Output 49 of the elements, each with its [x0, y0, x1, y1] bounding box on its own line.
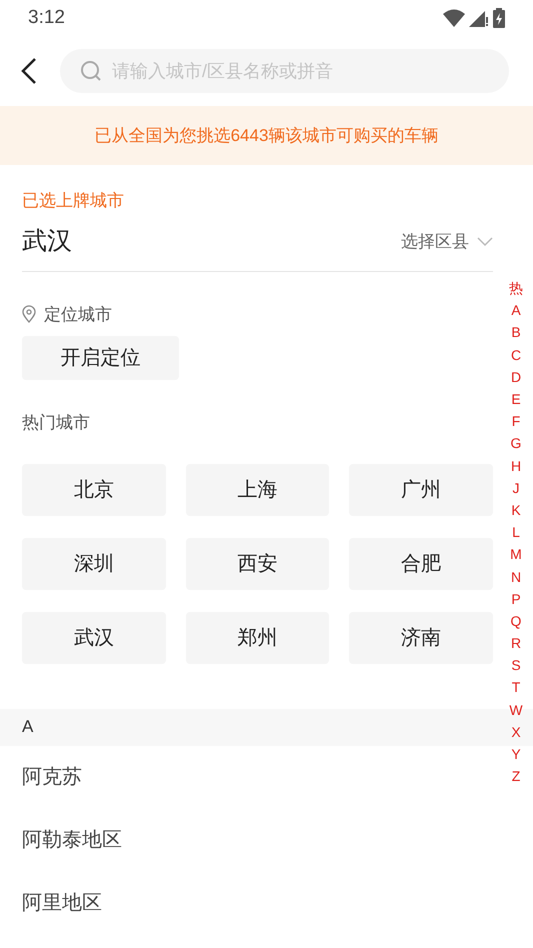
- index-letter[interactable]: D: [507, 366, 525, 388]
- index-letter[interactable]: K: [507, 498, 525, 522]
- city-button[interactable]: 武汉: [22, 612, 166, 664]
- index-letter[interactable]: F: [507, 410, 525, 432]
- index-letter[interactable]: Z: [507, 765, 525, 788]
- city-button[interactable]: 北京: [22, 464, 166, 516]
- city-button[interactable]: 合肥: [349, 538, 493, 590]
- index-letter[interactable]: J: [507, 476, 525, 499]
- index-letter[interactable]: P: [507, 588, 525, 610]
- city-button[interactable]: 上海: [186, 464, 330, 516]
- index-letter[interactable]: L: [507, 521, 525, 544]
- search-icon: [80, 60, 102, 82]
- index-letter[interactable]: W: [507, 698, 525, 721]
- city-button[interactable]: 广州: [349, 464, 493, 516]
- index-letter[interactable]: M: [507, 543, 525, 566]
- city-list-item[interactable]: 阿克苏: [0, 746, 493, 808]
- index-letter[interactable]: N: [507, 565, 525, 588]
- index-letter[interactable]: Y: [507, 742, 525, 766]
- chevron-down-icon: [477, 237, 493, 247]
- section-heading: 定位城市: [44, 304, 112, 326]
- city-button[interactable]: 西安: [186, 538, 330, 590]
- index-letter[interactable]: E: [507, 388, 525, 410]
- status-time: 3:12: [28, 6, 65, 30]
- enable-location-button[interactable]: 开启定位: [22, 336, 179, 380]
- wifi-icon: [443, 9, 465, 27]
- city-list-item[interactable]: 阿勒泰地区: [0, 808, 493, 872]
- index-letter[interactable]: 热: [507, 277, 525, 300]
- section-heading: 已选上牌城市: [22, 190, 125, 212]
- notice-banner: 已从全国为您挑选6443辆该城市可购买的车辆: [0, 106, 533, 165]
- index-letter[interactable]: A: [507, 299, 525, 322]
- district-picker[interactable]: 选择区县: [401, 229, 493, 255]
- index-letter[interactable]: G: [507, 432, 525, 454]
- index-letter[interactable]: R: [507, 632, 525, 654]
- city-list-item[interactable]: 阿里地区: [0, 872, 493, 934]
- index-letter[interactable]: C: [507, 344, 525, 366]
- city-button[interactable]: 深圳: [22, 538, 166, 590]
- index-letter[interactable]: T: [507, 676, 525, 699]
- index-letter[interactable]: S: [507, 654, 525, 676]
- signal-icon: [469, 9, 489, 27]
- section-heading: 热门城市: [22, 412, 91, 434]
- index-letter[interactable]: B: [507, 321, 525, 344]
- battery-icon: [493, 8, 505, 28]
- index-letter[interactable]: H: [507, 454, 525, 477]
- index-letter[interactable]: X: [507, 720, 525, 743]
- index-letter[interactable]: Q: [507, 610, 525, 632]
- location-pin-icon: [22, 305, 36, 324]
- city-button[interactable]: 济南: [349, 612, 493, 664]
- city-button[interactable]: 郑州: [186, 612, 330, 664]
- selected-city: 武汉: [22, 226, 72, 258]
